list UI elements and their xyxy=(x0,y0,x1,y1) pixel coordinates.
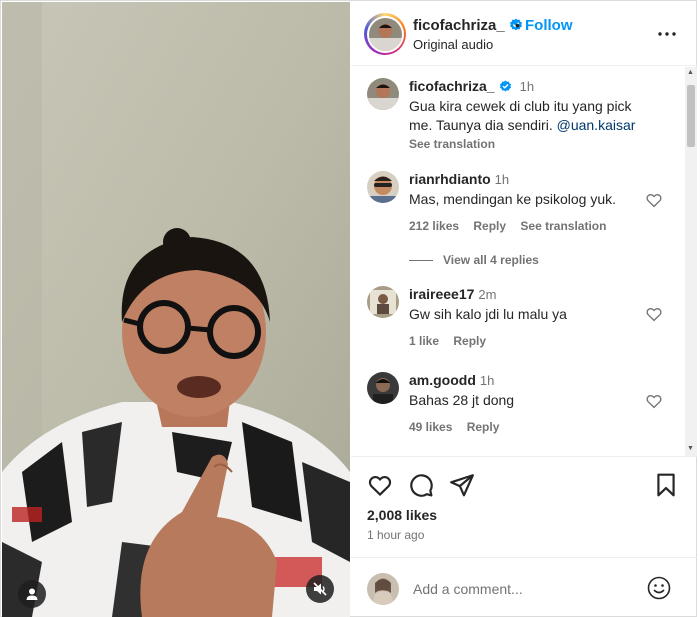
comment-time: 1h xyxy=(494,172,510,187)
comment-meta: 49 likes Reply xyxy=(409,420,649,434)
scroll-up-arrow-icon[interactable]: ▲ xyxy=(687,69,694,77)
avatar[interactable] xyxy=(367,171,399,203)
comment-username[interactable]: am.goodd xyxy=(409,372,476,388)
avatar xyxy=(368,17,402,51)
muted-icon xyxy=(313,582,327,596)
separator-dot: • xyxy=(515,17,520,33)
comment-time: 1h xyxy=(479,373,495,388)
verified-badge-icon xyxy=(499,80,511,92)
add-comment-input[interactable] xyxy=(413,577,633,601)
avatar[interactable] xyxy=(367,286,399,318)
share-icon[interactable] xyxy=(449,472,475,498)
user-icon xyxy=(26,588,38,600)
comment-text: Mas, mendingan ke psikolog yuk. xyxy=(409,191,616,207)
mute-toggle-button[interactable] xyxy=(306,575,334,603)
follow-button[interactable]: Follow xyxy=(525,17,573,34)
story-ring-avatar[interactable] xyxy=(364,13,406,55)
post-modal: ficofachriza_ • Follow Original audio fi… xyxy=(0,0,697,617)
post-header: ficofachriza_ • Follow Original audio xyxy=(351,2,697,66)
heart-icon[interactable] xyxy=(645,191,663,209)
avatar[interactable] xyxy=(367,372,399,404)
comment-text: Bahas 28 jt dong xyxy=(409,392,515,408)
comment-username[interactable]: iraireee17 xyxy=(409,286,474,302)
add-comment-bar xyxy=(351,559,697,617)
more-options-button[interactable] xyxy=(657,24,677,44)
mention-link[interactable]: @uan.kaisar xyxy=(557,117,636,133)
scrollbar-thumb[interactable] xyxy=(687,85,695,147)
video-frame xyxy=(2,2,350,617)
more-options-icon xyxy=(658,32,676,36)
comment-text: Gw sih kalo jdi lu malu ya xyxy=(409,306,567,322)
post-timestamp: 1 hour ago xyxy=(367,528,425,542)
post-author-username[interactable]: ficofachriza_ xyxy=(413,17,523,34)
likes-count[interactable]: 2,008 likes xyxy=(367,507,437,523)
heart-icon[interactable] xyxy=(645,305,663,323)
username-text[interactable]: ficofachriza_ xyxy=(413,17,505,34)
view-replies-button[interactable]: View all 4 replies xyxy=(409,253,539,267)
audio-link[interactable]: Original audio xyxy=(413,37,493,52)
comment-likes[interactable]: 212 likes xyxy=(409,219,459,233)
emoji-icon[interactable] xyxy=(647,576,671,600)
comments-list[interactable]: ficofachriza_ 1h Gua kira cewek di club i… xyxy=(351,67,697,457)
avatar xyxy=(367,573,399,605)
reply-button[interactable]: Reply xyxy=(473,219,506,233)
scroll-down-arrow-icon[interactable]: ▼ xyxy=(687,445,694,453)
caption-text: Gua kira cewek di club itu yang pick me.… xyxy=(409,97,649,135)
heart-icon[interactable] xyxy=(645,392,663,410)
caption-username[interactable]: ficofachriza_ xyxy=(409,78,495,94)
tagged-users-button[interactable] xyxy=(18,580,46,608)
see-translation-link[interactable]: See translation xyxy=(409,137,495,151)
heart-icon[interactable] xyxy=(367,472,393,498)
avatar[interactable] xyxy=(367,78,399,110)
comment-meta: 212 likes Reply See translation xyxy=(409,219,649,233)
reply-button[interactable]: Reply xyxy=(467,420,500,434)
comment-icon[interactable] xyxy=(408,472,434,498)
reply-divider xyxy=(409,259,433,261)
post-side-panel: ficofachriza_ • Follow Original audio fi… xyxy=(351,2,697,617)
comment-username[interactable]: rianrhdianto xyxy=(409,171,491,187)
comment-meta: 1 like Reply xyxy=(409,334,649,348)
comments-scrollbar[interactable]: ▲ ▼ xyxy=(685,67,697,456)
view-replies-label[interactable]: View all 4 replies xyxy=(443,253,539,267)
comment-likes[interactable]: 49 likes xyxy=(409,420,452,434)
caption-meta: See translation xyxy=(409,137,649,151)
bookmark-icon[interactable] xyxy=(653,472,679,498)
reply-button[interactable]: Reply xyxy=(453,334,486,348)
comment-likes[interactable]: 1 like xyxy=(409,334,439,348)
reel-video[interactable] xyxy=(2,2,350,617)
post-actions: 2,008 likes 1 hour ago xyxy=(351,458,697,558)
caption-time: 1h xyxy=(519,79,535,94)
see-translation-link[interactable]: See translation xyxy=(520,219,606,233)
comment-time: 2m xyxy=(478,287,497,302)
